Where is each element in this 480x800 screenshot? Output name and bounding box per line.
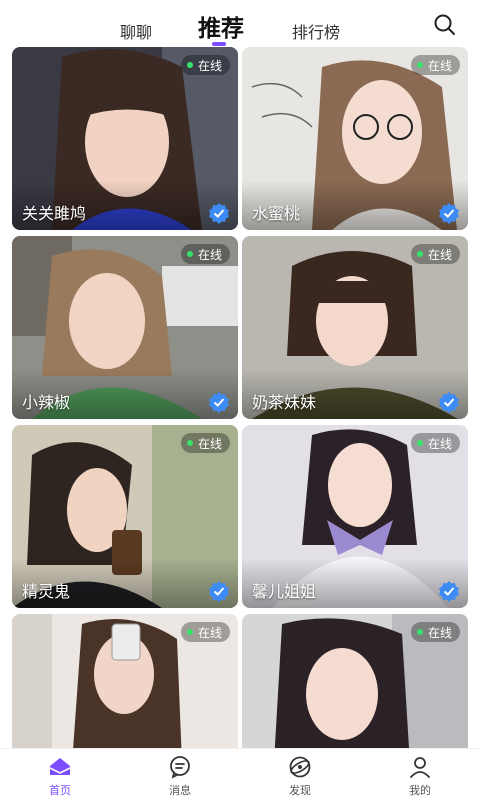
online-badge: 在线 (410, 244, 460, 264)
profile-name: 精灵鬼 (22, 582, 71, 601)
verified-badge-icon (439, 203, 459, 224)
profile-grid: 在线 关关雎鸠 在线 水蜜桃 在线 小辣椒 在线 奶茶妹妹 在线 精灵鬼 在线 … (0, 46, 480, 748)
search-button[interactable] (432, 12, 458, 38)
status-text: 在线 (197, 436, 222, 451)
status-text: 在线 (427, 625, 452, 640)
nav-label: 发现 (289, 784, 311, 797)
profile-name: 小辣椒 (22, 393, 71, 412)
bottom-navigation: 首页 消息 发现 我的 (0, 748, 480, 800)
online-dot-icon (416, 62, 423, 68)
status-text: 在线 (427, 247, 452, 262)
online-badge: 在线 (180, 55, 230, 75)
profile-name: 水蜜桃 (252, 204, 301, 223)
status-text: 在线 (197, 247, 222, 262)
profile-card[interactable]: 在线 馨儿姐姐 (242, 425, 468, 608)
online-dot-icon (416, 629, 423, 635)
message-icon (170, 756, 190, 779)
profile-card[interactable]: 在线 关关雎鸠 (12, 47, 238, 230)
verified-badge-icon (209, 581, 229, 602)
online-badge: 在线 (410, 622, 460, 642)
online-dot-icon (416, 251, 423, 257)
profile-name: 馨儿姐姐 (252, 582, 317, 601)
online-dot-icon (186, 62, 193, 68)
nav-label: 我的 (409, 784, 431, 797)
online-dot-icon (416, 440, 423, 446)
online-badge: 在线 (410, 433, 460, 453)
verified-badge-icon (209, 392, 229, 413)
online-badge: 在线 (410, 55, 460, 75)
profile-card[interactable]: 在线 (12, 614, 238, 748)
profile-card[interactable]: 在线 精灵鬼 (12, 425, 238, 608)
tab-recommend[interactable]: 推荐 (186, 10, 256, 42)
verified-badge-icon (439, 581, 459, 602)
status-text: 在线 (427, 58, 452, 73)
verified-badge-icon (209, 203, 229, 224)
nav-label: 首页 (49, 784, 71, 797)
profile-name: 关关雎鸠 (22, 204, 87, 223)
profile-card[interactable]: 在线 (242, 614, 468, 748)
search-icon (434, 14, 455, 35)
status-text: 在线 (197, 625, 222, 640)
online-dot-icon (186, 251, 193, 257)
home-icon (49, 758, 71, 775)
profile-card[interactable]: 在线 水蜜桃 (242, 47, 468, 230)
tab-chat[interactable]: 聊聊 (108, 20, 164, 42)
nav-label: 消息 (169, 784, 191, 797)
nav-home[interactable]: 首页 (20, 749, 100, 800)
online-badge: 在线 (180, 244, 230, 264)
nav-profile[interactable]: 我的 (380, 749, 460, 800)
online-badge: 在线 (180, 622, 230, 642)
status-text: 在线 (197, 58, 222, 73)
profile-card[interactable]: 在线 小辣椒 (12, 236, 238, 419)
status-text: 在线 (427, 436, 452, 451)
profile-name: 奶茶妹妹 (252, 393, 317, 412)
verified-badge-icon (439, 392, 459, 413)
tab-ranking[interactable]: 排行榜 (282, 20, 350, 42)
online-dot-icon (186, 629, 193, 635)
online-dot-icon (186, 440, 193, 446)
profile-card[interactable]: 在线 奶茶妹妹 (242, 236, 468, 419)
discover-icon (289, 756, 311, 778)
top-tab-bar: 聊聊 推荐 排行榜 (0, 0, 480, 46)
profile-icon (410, 757, 430, 778)
online-badge: 在线 (180, 433, 230, 453)
nav-messages[interactable]: 消息 (140, 749, 220, 800)
nav-discover[interactable]: 发现 (260, 749, 340, 800)
